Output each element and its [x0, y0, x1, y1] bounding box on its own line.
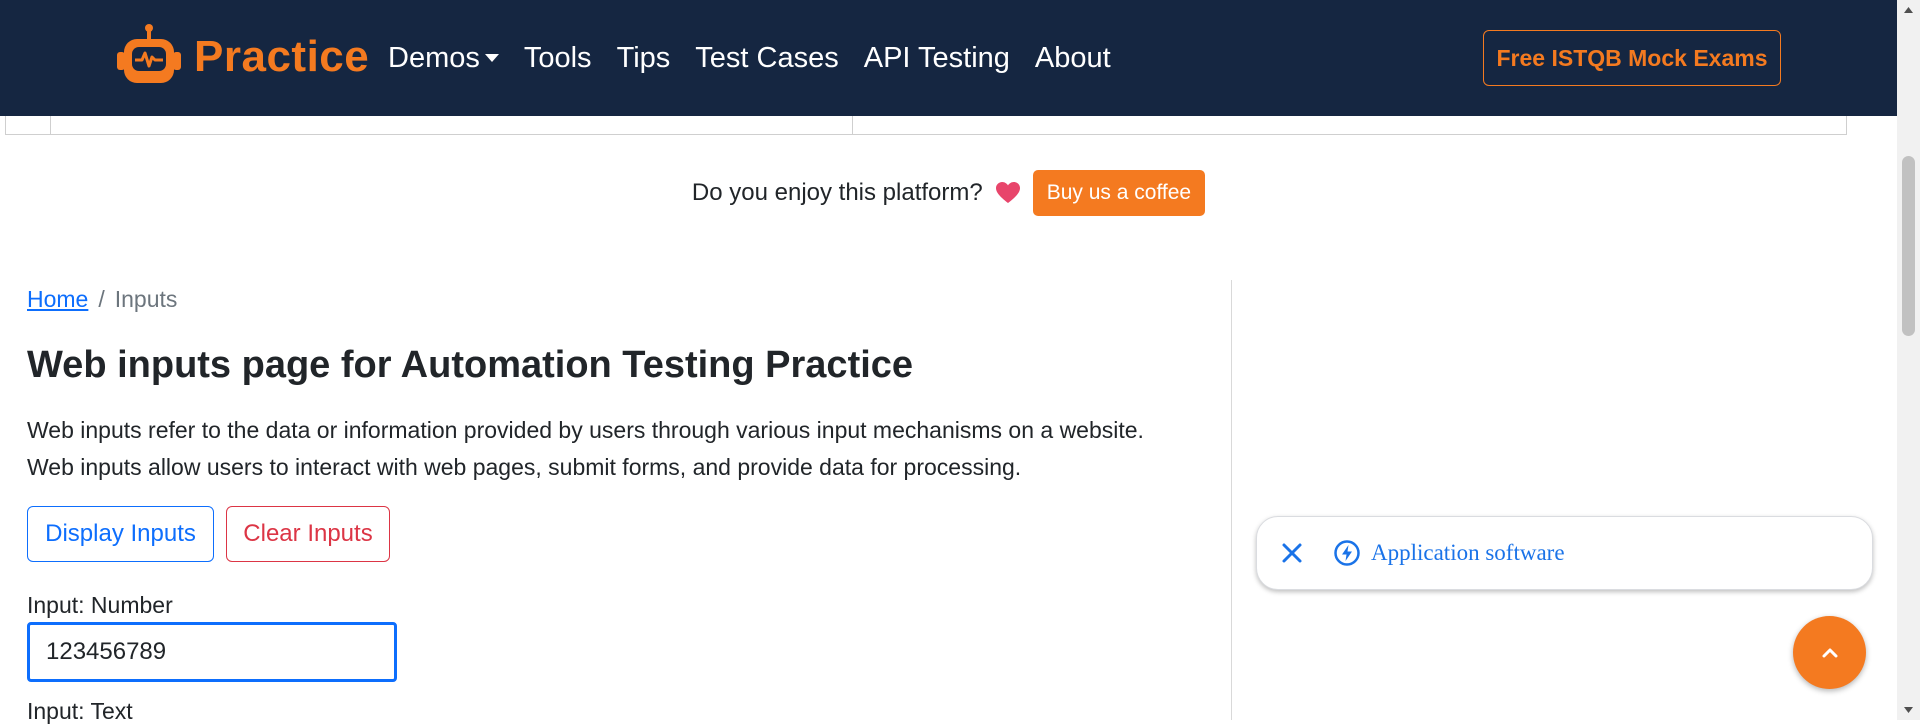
scroll-up-arrow-icon[interactable] [1897, 0, 1920, 20]
heart-icon [995, 182, 1020, 203]
breadcrumb: Home / Inputs [27, 286, 177, 313]
description-line-2: Web inputs allow users to interact with … [27, 454, 1022, 480]
mock-exams-button[interactable]: Free ISTQB Mock Exams [1483, 30, 1781, 86]
page-scrollbar[interactable] [1897, 0, 1920, 720]
table-remnant [5, 116, 1847, 135]
page-title: Web inputs page for Automation Testing P… [27, 344, 914, 386]
number-input-label: Input: Number [27, 592, 173, 618]
breadcrumb-separator: / [98, 286, 105, 312]
navbar: Practice Demos Tools Tips Test Cases API… [0, 0, 1897, 116]
scroll-down-arrow-icon[interactable] [1897, 700, 1920, 720]
brand-link[interactable]: Practice [114, 22, 369, 92]
nav-demos-label: Demos [388, 42, 480, 74]
nav-about[interactable]: About [1035, 38, 1111, 78]
coffee-text: Do you enjoy this platform? [691, 179, 983, 206]
display-inputs-button[interactable]: Display Inputs [27, 506, 214, 562]
table-remnant-divider [50, 116, 51, 135]
ad-chip[interactable]: Application software [1256, 516, 1873, 590]
column-divider [1231, 280, 1232, 720]
nav-demos[interactable]: Demos [388, 38, 499, 78]
bolt-icon [1334, 540, 1360, 566]
table-remnant-divider [852, 116, 853, 135]
text-input-label: Input: Text [27, 698, 133, 724]
nav-api-testing[interactable]: API Testing [864, 38, 1010, 78]
description-line-1: Web inputs refer to the data or informat… [27, 417, 1144, 443]
ad-text[interactable]: Application software [1371, 540, 1565, 566]
breadcrumb-current: Inputs [114, 286, 178, 312]
nav-tools[interactable]: Tools [524, 38, 592, 78]
coffee-banner: Do you enjoy this platform? Buy us a cof… [0, 170, 1897, 216]
close-icon[interactable] [1279, 540, 1305, 566]
scrollbar-thumb[interactable] [1902, 156, 1915, 336]
breadcrumb-home-link[interactable]: Home [27, 286, 88, 313]
chevron-up-icon [1822, 648, 1837, 657]
scroll-to-top-button[interactable] [1793, 616, 1866, 689]
clear-inputs-button[interactable]: Clear Inputs [226, 506, 390, 562]
nav-tips[interactable]: Tips [617, 38, 671, 78]
page-description: Web inputs refer to the data or informat… [27, 412, 1217, 486]
brand-text: Practice [194, 32, 370, 81]
robot-logo-icon [117, 24, 181, 83]
nav-links: Demos Tools Tips Test Cases API Testing … [388, 38, 1136, 78]
nav-test-cases[interactable]: Test Cases [695, 38, 838, 78]
number-input[interactable] [27, 622, 397, 682]
caret-down-icon [484, 54, 499, 62]
buy-coffee-button[interactable]: Buy us a coffee [1032, 170, 1206, 216]
